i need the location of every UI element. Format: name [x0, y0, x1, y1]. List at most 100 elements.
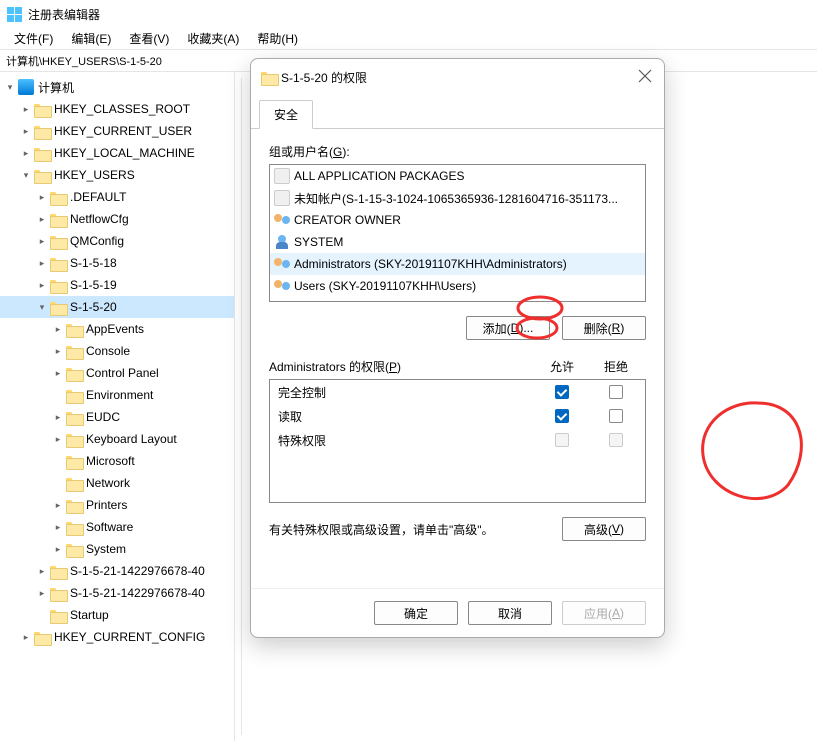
add-button[interactable]: 添加(D)...: [466, 316, 550, 340]
advanced-button[interactable]: 高级(V): [562, 517, 646, 541]
user-name: Users (SKY-20191107KHH\Users): [294, 279, 476, 293]
folder-icon: [66, 366, 82, 380]
expander-icon[interactable]: ▸: [34, 277, 50, 293]
expander-icon[interactable]: ▸: [34, 585, 50, 601]
ok-button[interactable]: 确定: [374, 601, 458, 625]
close-icon[interactable]: [638, 69, 652, 83]
tree-subkey[interactable]: ▸AppEvents: [0, 318, 234, 340]
expander-icon[interactable]: ▸: [50, 497, 66, 513]
expander-icon[interactable]: ▸: [50, 321, 66, 337]
tree-key[interactable]: ▸S-1-5-18: [0, 252, 234, 274]
expander-icon[interactable]: ▸: [18, 123, 34, 139]
tree-key[interactable]: Startup: [0, 604, 234, 626]
expander-icon[interactable]: ▸: [50, 365, 66, 381]
tree-key[interactable]: ▸NetflowCfg: [0, 208, 234, 230]
tree-label: QMConfig: [70, 234, 124, 248]
tree-label: S-1-5-19: [70, 278, 117, 292]
expander-icon[interactable]: ▸: [34, 255, 50, 271]
allow-checkbox[interactable]: [555, 385, 569, 399]
expander-icon[interactable]: ▸: [34, 233, 50, 249]
tree-key-selected[interactable]: ▾S-1-5-20: [0, 296, 234, 318]
menu-help[interactable]: 帮助(H): [249, 28, 306, 49]
tree-key[interactable]: ▸ QMConfig: [0, 230, 234, 252]
expander-icon[interactable]: ▸: [34, 211, 50, 227]
user-row[interactable]: Users (SKY-20191107KHH\Users): [270, 275, 645, 297]
tree-key[interactable]: ▸S-1-5-21-1422976678-40: [0, 560, 234, 582]
folder-icon: [34, 124, 50, 138]
expander-icon[interactable]: ▾: [18, 167, 34, 183]
expander-icon[interactable]: ▸: [34, 189, 50, 205]
folder-icon: [66, 322, 82, 336]
user-row[interactable]: 未知帐户(S-1-15-3-1024-1065365936-1281604716…: [270, 187, 645, 209]
folder-icon: [50, 212, 66, 226]
tree-subkey[interactable]: ▸Control Panel: [0, 362, 234, 384]
perm-row: 特殊权限: [270, 428, 645, 452]
tree-subkey[interactable]: Network: [0, 472, 234, 494]
menu-favorites[interactable]: 收藏夹(A): [179, 28, 247, 49]
tree-subkey[interactable]: Environment: [0, 384, 234, 406]
tree-label: Printers: [86, 498, 127, 512]
expander-empty: [50, 387, 66, 403]
menu-edit[interactable]: 编辑(E): [63, 28, 119, 49]
tree-subkey[interactable]: ▸ Software: [0, 516, 234, 538]
folder-icon: [50, 608, 66, 622]
tree-key[interactable]: ▸.DEFAULT: [0, 186, 234, 208]
tree-key[interactable]: ▸ S-1-5-21-1422976678-40: [0, 582, 234, 604]
remove-button[interactable]: 删除(R): [562, 316, 646, 340]
tree-root[interactable]: ▾ 计算机: [0, 76, 234, 98]
tree-label: Console: [86, 344, 130, 358]
tree-subkey[interactable]: ▸System: [0, 538, 234, 560]
user-row[interactable]: CREATOR OWNER: [270, 209, 645, 231]
tab-security[interactable]: 安全: [259, 100, 313, 129]
expander-icon[interactable]: ▸: [18, 629, 34, 645]
tree-subkey[interactable]: ▸EUDC: [0, 406, 234, 428]
tree-subkey[interactable]: ▸ Printers: [0, 494, 234, 516]
expander-icon[interactable]: ▸: [50, 541, 66, 557]
cancel-button[interactable]: 取消: [468, 601, 552, 625]
expander-icon[interactable]: ▸: [50, 519, 66, 535]
tree-label: S-1-5-21-1422976678-40: [70, 586, 205, 600]
expander-icon[interactable]: ▸: [50, 343, 66, 359]
tree-label: Software: [86, 520, 133, 534]
folder-icon: [50, 300, 66, 314]
menu-view[interactable]: 查看(V): [121, 28, 177, 49]
tree-hive-users[interactable]: ▾HKEY_USERS: [0, 164, 234, 186]
folder-icon: [66, 432, 82, 446]
app-icon: [274, 168, 290, 184]
tree-view[interactable]: ▾ 计算机 ▸HKEY_CLASSES_ROOT ▸ HKEY_CURRENT_U…: [0, 72, 235, 741]
user-row[interactable]: Administrators (SKY-20191107KHH\Administ…: [270, 253, 645, 275]
expander-icon[interactable]: ▸: [34, 563, 50, 579]
tree-hive[interactable]: ▸HKEY_LOCAL_MACHINE: [0, 142, 234, 164]
tree-subkey[interactable]: ▸ Console: [0, 340, 234, 362]
tree-subkey[interactable]: Microsoft: [0, 450, 234, 472]
tree-hive[interactable]: ▸HKEY_CURRENT_CONFIG: [0, 626, 234, 648]
folder-icon: [34, 168, 50, 182]
deny-checkbox[interactable]: [609, 409, 623, 423]
tree-label: Startup: [70, 608, 109, 622]
expander-icon[interactable]: ▸: [18, 145, 34, 161]
allow-checkbox[interactable]: [555, 409, 569, 423]
user-name: ALL APPLICATION PACKAGES: [294, 169, 465, 183]
tree-hive[interactable]: ▸ HKEY_CURRENT_USER: [0, 120, 234, 142]
user-row[interactable]: ALL APPLICATION PACKAGES: [270, 165, 645, 187]
tree-hive[interactable]: ▸HKEY_CLASSES_ROOT: [0, 98, 234, 120]
apply-button[interactable]: 应用(A): [562, 601, 646, 625]
menu-file[interactable]: 文件(F): [6, 28, 61, 49]
user-row[interactable]: SYSTEM: [270, 231, 645, 253]
tree-label: HKEY_CURRENT_USER: [54, 124, 192, 138]
expander-icon[interactable]: ▸: [18, 101, 34, 117]
expander-icon[interactable]: ▾: [2, 79, 18, 95]
expander-icon[interactable]: ▾: [34, 299, 50, 315]
expander-icon[interactable]: ▸: [50, 431, 66, 447]
dialog-title-bar[interactable]: S-1-5-20 的权限: [251, 59, 664, 95]
tree-subkey[interactable]: ▸Keyboard Layout: [0, 428, 234, 450]
folder-icon: [50, 586, 66, 600]
user-list[interactable]: ALL APPLICATION PACKAGES 未知帐户(S-1-15-3-10…: [269, 164, 646, 302]
folder-icon: [50, 278, 66, 292]
tree-key[interactable]: ▸ S-1-5-19: [0, 274, 234, 296]
note-text: 有关特殊权限或高级设置，请单击"高级"。: [269, 521, 494, 538]
folder-icon: [66, 542, 82, 556]
deny-checkbox[interactable]: [609, 385, 623, 399]
tree-label: 计算机: [38, 79, 74, 96]
expander-icon[interactable]: ▸: [50, 409, 66, 425]
